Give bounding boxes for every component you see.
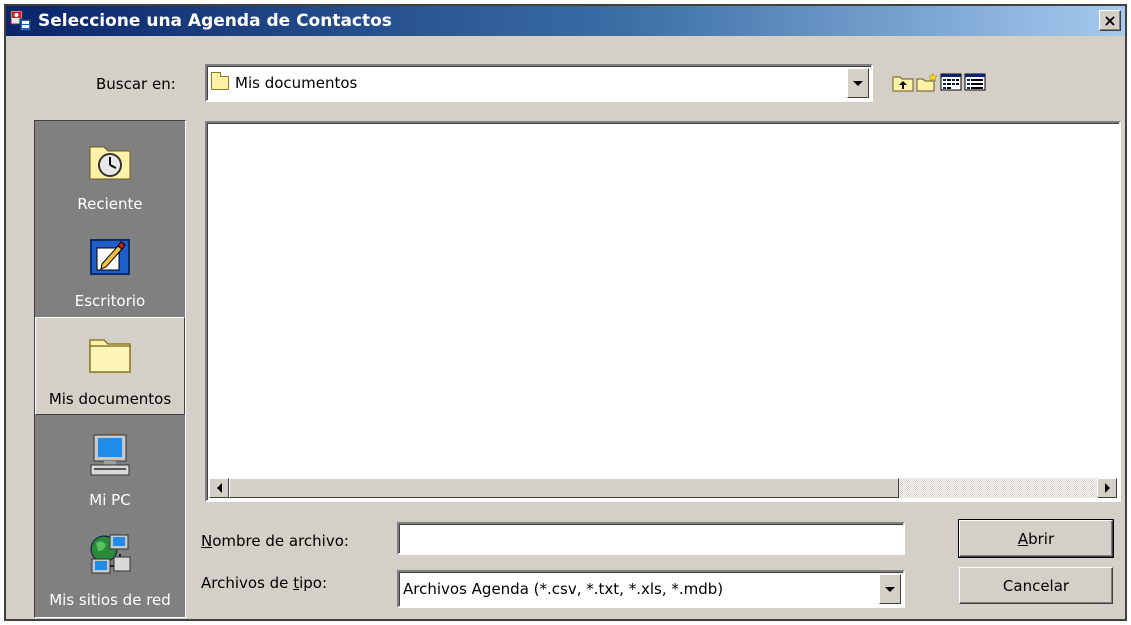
arrow-left-icon bbox=[216, 483, 222, 493]
file-name-input[interactable] bbox=[397, 522, 905, 555]
place-my-computer[interactable]: Mi PC bbox=[35, 417, 185, 515]
scrollbar-track[interactable] bbox=[899, 478, 1097, 498]
chevron-down-icon bbox=[885, 586, 895, 592]
look-in-value: Mis documentos bbox=[235, 74, 358, 92]
desktop-icon bbox=[88, 234, 132, 278]
outlook-app-icon bbox=[10, 10, 32, 32]
scroll-left-button[interactable] bbox=[209, 478, 229, 498]
look-in-dropdown[interactable]: Mis documentos bbox=[205, 64, 873, 102]
place-label: Reciente bbox=[77, 195, 143, 213]
place-my-documents[interactable]: Mis documentos bbox=[35, 317, 185, 415]
arrow-right-icon bbox=[1104, 483, 1110, 493]
view-toolbar bbox=[892, 72, 986, 92]
file-type-label: Archivos de tipo: bbox=[201, 574, 327, 592]
place-desktop[interactable]: Escritorio bbox=[35, 218, 185, 316]
cancel-button[interactable]: Cancelar bbox=[959, 567, 1113, 604]
computer-icon bbox=[88, 433, 132, 477]
file-type-dropdown[interactable]: Archivos Agenda (*.csv, *.txt, *.xls, *.… bbox=[397, 570, 905, 608]
place-label: Mi PC bbox=[89, 491, 131, 509]
place-network[interactable]: Mis sitios de red bbox=[35, 517, 185, 615]
scrollbar-thumb[interactable] bbox=[229, 478, 899, 498]
file-name-label: Nombre de archivo: bbox=[201, 532, 349, 550]
close-button[interactable]: × bbox=[1099, 10, 1121, 31]
places-bar: Reciente Escritorio Mis documentos Mi PC… bbox=[34, 120, 186, 618]
folder-icon bbox=[211, 72, 229, 90]
look-in-dropdown-button[interactable] bbox=[847, 68, 869, 98]
horizontal-scrollbar[interactable] bbox=[209, 478, 1117, 498]
file-type-value: Archivos Agenda (*.csv, *.txt, *.xls, *.… bbox=[403, 580, 724, 598]
up-one-level-icon[interactable] bbox=[892, 72, 914, 92]
title-bar[interactable]: Seleccione una Agenda de Contactos × bbox=[6, 6, 1125, 36]
window-title: Seleccione una Agenda de Contactos bbox=[38, 11, 392, 31]
scroll-right-button[interactable] bbox=[1097, 478, 1117, 498]
place-label: Escritorio bbox=[74, 292, 146, 310]
open-button[interactable]: Abrir bbox=[958, 519, 1114, 558]
look-in-label: Buscar en: bbox=[96, 75, 176, 93]
close-icon: × bbox=[1103, 10, 1117, 30]
list-view-icon[interactable] bbox=[940, 72, 962, 92]
file-list[interactable] bbox=[205, 121, 1121, 502]
recent-clock-icon bbox=[88, 137, 132, 181]
place-recent[interactable]: Reciente bbox=[35, 121, 185, 219]
file-type-dropdown-button[interactable] bbox=[879, 574, 901, 604]
network-places-icon bbox=[88, 533, 132, 577]
new-folder-icon[interactable] bbox=[916, 72, 938, 92]
place-label: Mis sitios de red bbox=[49, 591, 171, 609]
folder-icon bbox=[88, 332, 132, 376]
dialog-window: Seleccione una Agenda de Contactos × Bus… bbox=[4, 4, 1127, 621]
details-view-icon[interactable] bbox=[964, 72, 986, 92]
place-label: Mis documentos bbox=[48, 390, 172, 408]
chevron-down-icon bbox=[853, 80, 863, 86]
